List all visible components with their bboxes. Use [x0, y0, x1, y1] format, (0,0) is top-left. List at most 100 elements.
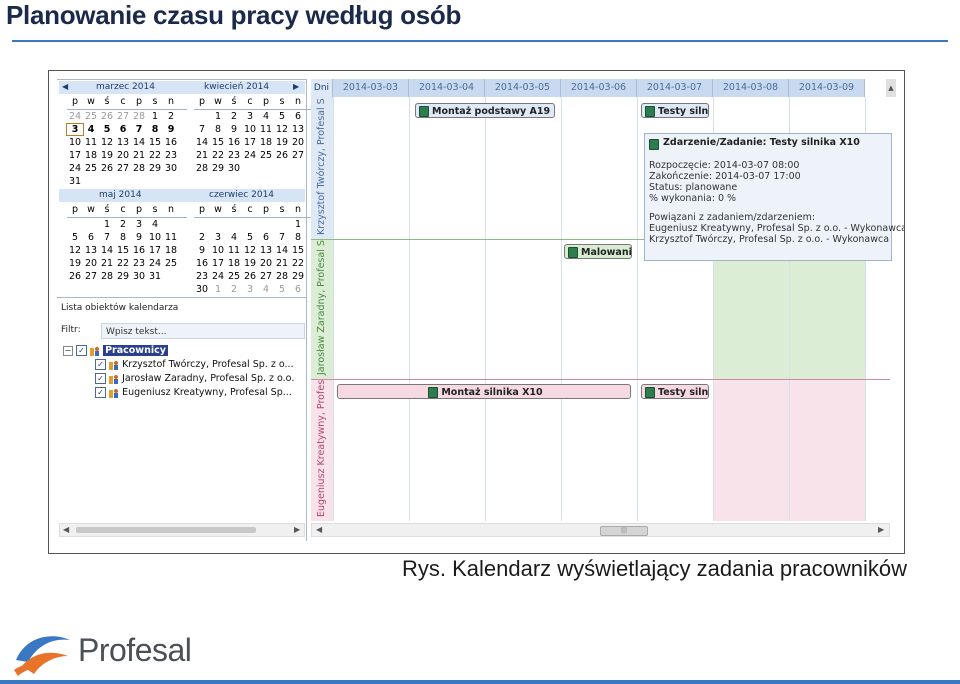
date-column-header[interactable]: 2014-03-03: [333, 79, 409, 97]
calendar-day[interactable]: 23: [194, 271, 210, 282]
task-bar[interactable]: Testy silnik: [641, 384, 709, 399]
calendar-day[interactable]: 31: [147, 271, 163, 282]
calendar-day[interactable]: 13: [115, 137, 131, 148]
calendar-day[interactable]: 21: [194, 150, 210, 161]
calendar-day[interactable]: 18: [83, 150, 99, 161]
calendar-day[interactable]: 5: [67, 232, 83, 243]
calendar-day[interactable]: 30: [226, 163, 242, 174]
calendar-day[interactable]: 21: [99, 258, 115, 269]
calendar-day[interactable]: 8: [210, 124, 226, 135]
checkbox[interactable]: ✓: [95, 373, 106, 384]
checkbox[interactable]: ✓: [76, 345, 88, 356]
calendar-day[interactable]: 25: [163, 258, 179, 269]
calendar-day[interactable]: 1: [290, 219, 306, 230]
calendar-day[interactable]: 22: [290, 258, 306, 269]
calendar-day[interactable]: 30: [194, 284, 210, 295]
calendar-day[interactable]: 12: [67, 245, 83, 256]
calendar-day[interactable]: 7: [99, 232, 115, 243]
calendar-day[interactable]: 24: [210, 271, 226, 282]
calendar-day[interactable]: 27: [258, 271, 274, 282]
calendar-day[interactable]: 11: [83, 137, 99, 148]
calendar-day[interactable]: 17: [210, 258, 226, 269]
left-horizontal-scrollbar[interactable]: ◀ ▶: [59, 523, 305, 537]
calendar-day[interactable]: 25: [83, 111, 99, 122]
calendar-day[interactable]: 24: [242, 150, 258, 161]
calendar-day[interactable]: 18: [226, 258, 242, 269]
filter-input[interactable]: Wpisz tekst...: [101, 323, 305, 339]
calendar-day[interactable]: 22: [147, 150, 163, 161]
next-month-arrow-icon[interactable]: ▶: [293, 82, 299, 91]
calendar-day[interactable]: 4: [258, 284, 274, 295]
calendar-day[interactable]: 26: [99, 111, 115, 122]
calendar-day[interactable]: 28: [99, 271, 115, 282]
calendar-day[interactable]: 10: [242, 124, 258, 135]
calendar-day[interactable]: 1: [99, 219, 115, 230]
checkbox[interactable]: ✓: [95, 387, 106, 398]
task-bar[interactable]: Montaż silnika X10: [337, 384, 631, 399]
calendar-day[interactable]: 16: [194, 258, 210, 269]
calendar-day[interactable]: 21: [274, 258, 290, 269]
calendar-day[interactable]: 27: [115, 163, 131, 174]
calendar-day[interactable]: 3: [210, 232, 226, 243]
task-bar[interactable]: Malowanie: [564, 244, 632, 259]
calendar-day[interactable]: 19: [67, 258, 83, 269]
calendar-day[interactable]: 12: [242, 245, 258, 256]
calendar-day[interactable]: 23: [226, 150, 242, 161]
calendar-day[interactable]: 6: [258, 232, 274, 243]
checkbox[interactable]: ✓: [95, 359, 106, 370]
calendar-day[interactable]: 1: [147, 111, 163, 122]
task-bar[interactable]: Testy silnik: [641, 103, 709, 118]
calendar-day[interactable]: 11: [163, 232, 179, 243]
calendar-day[interactable]: 10: [67, 137, 83, 148]
calendar-day[interactable]: 24: [67, 163, 83, 174]
scroll-right-icon[interactable]: ▶: [878, 525, 884, 534]
calendar-day[interactable]: 4: [83, 124, 99, 135]
calendar-day[interactable]: 14: [194, 137, 210, 148]
calendar-day[interactable]: 28: [131, 111, 147, 122]
collapse-icon[interactable]: −: [63, 345, 73, 356]
calendar-day[interactable]: 4: [147, 219, 163, 230]
calendar-day[interactable]: 29: [290, 271, 306, 282]
tree-item[interactable]: ✓ Krzysztof Twórczy, Profesal Sp. z o...: [95, 359, 294, 373]
calendar-day[interactable]: 13: [83, 245, 99, 256]
calendar-day[interactable]: 25: [258, 150, 274, 161]
calendar-day[interactable]: 3: [242, 111, 258, 122]
calendar-day[interactable]: 12: [99, 137, 115, 148]
calendar-day[interactable]: 2: [163, 111, 179, 122]
calendar-day[interactable]: 6: [115, 124, 131, 135]
date-column-header[interactable]: 2014-03-08: [713, 79, 789, 97]
calendar-day[interactable]: 5: [242, 232, 258, 243]
tree-group-row[interactable]: − ✓ Pracownicy: [63, 345, 168, 359]
calendar-day[interactable]: 3: [66, 123, 84, 136]
calendar-day[interactable]: 27: [290, 150, 306, 161]
calendar-day[interactable]: 6: [290, 284, 306, 295]
calendar-day[interactable]: 19: [242, 258, 258, 269]
calendar-day[interactable]: 14: [99, 245, 115, 256]
calendar-day[interactable]: 19: [99, 150, 115, 161]
calendar-day[interactable]: 11: [226, 245, 242, 256]
calendar-day[interactable]: 1: [210, 284, 226, 295]
calendar-day[interactable]: 3: [131, 219, 147, 230]
calendar-day[interactable]: 2: [226, 111, 242, 122]
scroll-left-icon[interactable]: ◀: [316, 525, 322, 534]
calendar-day[interactable]: 9: [226, 124, 242, 135]
calendar-day[interactable]: 12: [274, 124, 290, 135]
calendar-day[interactable]: 25: [83, 163, 99, 174]
task-bar[interactable]: Montaż podstawy A19: [415, 103, 555, 118]
calendar-day[interactable]: 10: [210, 245, 226, 256]
calendar-day[interactable]: 20: [115, 150, 131, 161]
calendar-day[interactable]: 26: [274, 150, 290, 161]
calendar-day[interactable]: 1: [210, 111, 226, 122]
calendar-day[interactable]: 18: [258, 137, 274, 148]
scroll-thumb[interactable]: |||: [600, 526, 648, 536]
calendar-day[interactable]: 8: [290, 232, 306, 243]
calendar-day[interactable]: 29: [147, 163, 163, 174]
calendar-day[interactable]: 16: [226, 137, 242, 148]
tree-item[interactable]: ✓ Jarosław Zaradny, Profesal Sp. z o.o.: [95, 373, 294, 387]
calendar-day[interactable]: 13: [258, 245, 274, 256]
tree-item[interactable]: ✓ Eugeniusz Kreatywny, Profesal Sp...: [95, 387, 292, 401]
calendar-day[interactable]: 9: [194, 245, 210, 256]
calendar-day[interactable]: 7: [131, 124, 147, 135]
dni-header[interactable]: Dni: [311, 79, 333, 97]
calendar-day[interactable]: 26: [99, 163, 115, 174]
